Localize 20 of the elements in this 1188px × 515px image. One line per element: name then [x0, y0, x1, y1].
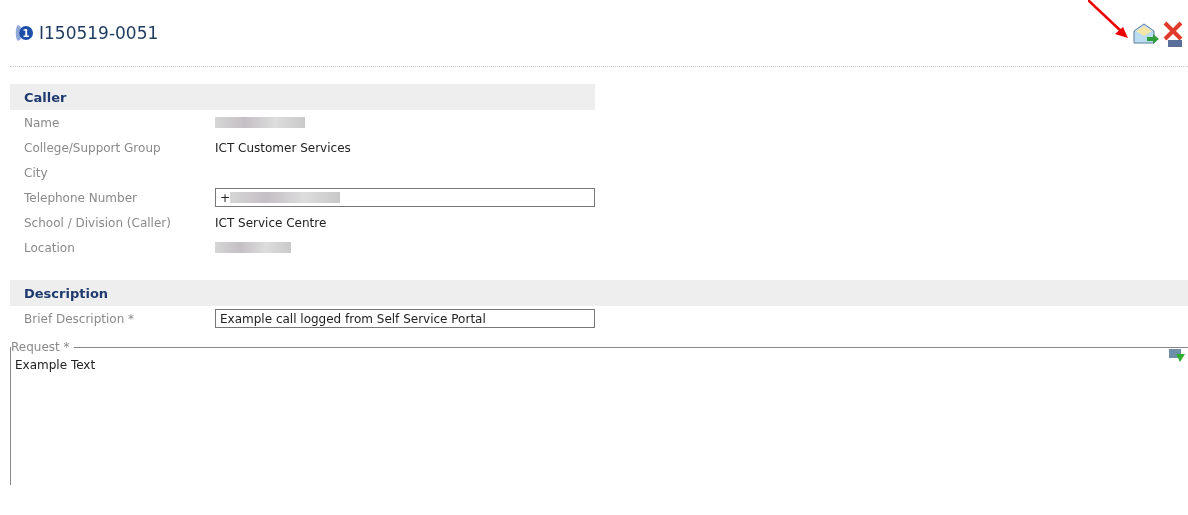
field-value: ICT Service Centre — [215, 215, 327, 230]
request-legend: Request * — [11, 340, 74, 354]
field-label: City — [24, 165, 49, 180]
request-textarea[interactable]: Example Text — [15, 358, 1188, 485]
field-value: ICT Customer Services — [215, 140, 351, 155]
field-label: College/Support Group — [24, 140, 162, 155]
envelope-icon[interactable] — [1132, 22, 1160, 46]
input-field[interactable]: + — [215, 188, 595, 207]
field-label: Name — [24, 115, 61, 130]
ticket-title: I150519-0051 — [39, 23, 159, 43]
field-label: Brief Description * — [24, 311, 136, 326]
export-icon[interactable] — [1168, 348, 1186, 364]
section-header: Description — [10, 280, 1188, 306]
annotation-arrow — [1088, 0, 1130, 40]
number-badge: 1 — [19, 26, 33, 40]
field-label: Telephone Number — [24, 190, 138, 205]
field-label: Location — [24, 240, 76, 255]
input-field[interactable]: Example call logged from Self Service Portal — [215, 309, 595, 328]
field-label: School / Division (Caller) — [24, 215, 172, 230]
section-header: Caller — [10, 84, 595, 110]
